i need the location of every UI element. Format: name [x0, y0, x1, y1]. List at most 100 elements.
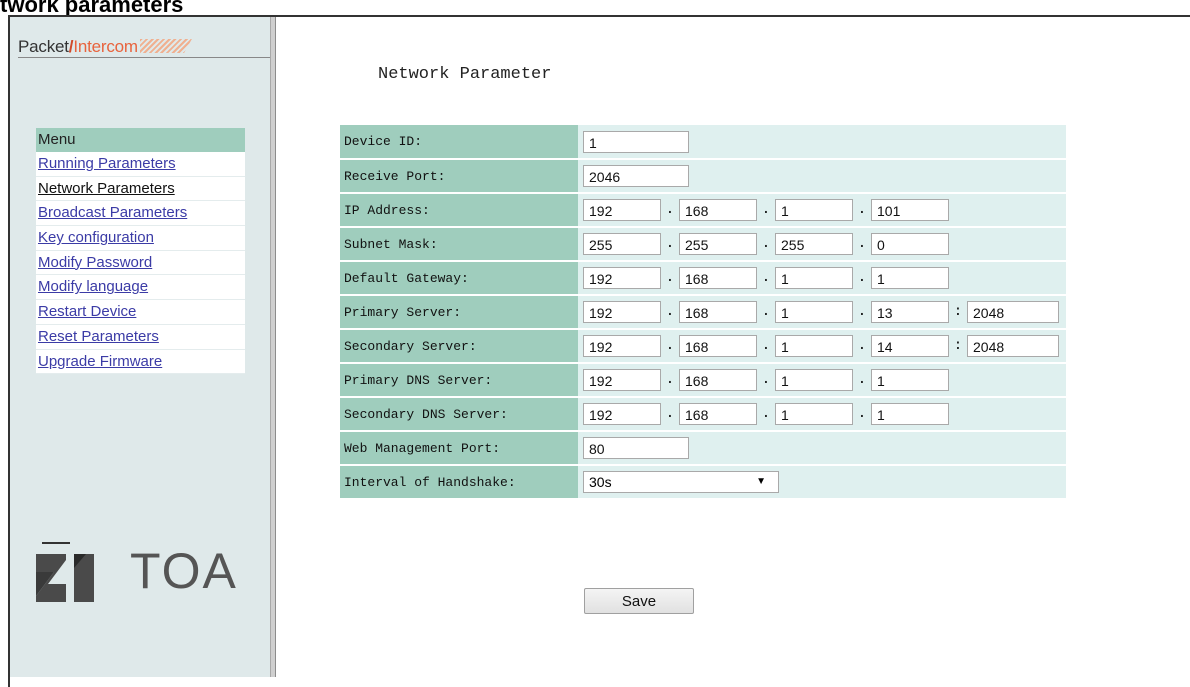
primary-server-octet-1[interactable]: 192 [583, 301, 661, 323]
menu-item-modify-language[interactable]: Modify language [36, 275, 245, 301]
handshake-interval-select[interactable]: 30s ▼ [583, 471, 779, 493]
primary-server-octet-3[interactable]: 1 [775, 301, 853, 323]
menu-item-upgrade-firmware[interactable]: Upgrade Firmware [36, 349, 245, 375]
octet-separator: . [857, 270, 867, 286]
logo-packet-text: Packet [18, 37, 69, 56]
primary-dns-octet-4[interactable]: 1 [871, 369, 949, 391]
secondary-server-octet-3[interactable]: 1 [775, 335, 853, 357]
web-management-port-label: Web Management Port: [340, 431, 578, 466]
octet-separator: . [761, 406, 771, 422]
octet-separator: . [665, 372, 675, 388]
row-primary-dns: Primary DNS Server: 192. 168. 1. 1 [340, 363, 1066, 398]
row-ip-address: IP Address: 192. 168. 1. 101 [340, 193, 1066, 228]
row-default-gateway: Default Gateway: 192. 168. 1. 1 [340, 261, 1066, 296]
port-separator: : [953, 338, 963, 354]
default-gateway-octet-1[interactable]: 192 [583, 267, 661, 289]
octet-separator: . [761, 338, 771, 354]
secondary-dns-octet-2[interactable]: 168 [679, 403, 757, 425]
receive-port-input[interactable]: 2046 [583, 165, 689, 187]
ip-address-octet-4[interactable]: 101 [871, 199, 949, 221]
secondary-server-octet-4[interactable]: 14 [871, 335, 949, 357]
row-handshake-interval: Interval of Handshake: 30s ▼ [340, 465, 1066, 500]
ip-address-label: IP Address: [340, 193, 578, 228]
dropdown-arrow-icon: ▼ [756, 476, 766, 487]
save-button[interactable]: Save [584, 588, 694, 614]
ip-address-octet-3[interactable]: 1 [775, 199, 853, 221]
primary-server-label: Primary Server: [340, 295, 578, 330]
subnet-mask-octet-4[interactable]: 0 [871, 233, 949, 255]
network-parameters-table: Device ID: 1 Receive Port: 2046 IP Addre… [340, 125, 1066, 500]
octet-separator: . [761, 304, 771, 320]
receive-port-label: Receive Port: [340, 159, 578, 194]
menu-item-broadcast-parameters[interactable]: Broadcast Parameters [36, 201, 245, 227]
primary-server-port-input[interactable]: 2048 [967, 301, 1059, 323]
web-management-port-input[interactable]: 80 [583, 437, 689, 459]
subnet-mask-octet-2[interactable]: 255 [679, 233, 757, 255]
octet-separator: . [761, 270, 771, 286]
octet-separator: . [761, 236, 771, 252]
toa-logo: TOA [36, 540, 236, 610]
octet-separator: . [665, 406, 675, 422]
menu-item-modify-password[interactable]: Modify Password [36, 250, 245, 276]
toa-mark-icon [36, 542, 94, 602]
primary-dns-octet-3[interactable]: 1 [775, 369, 853, 391]
subnet-mask-octet-3[interactable]: 255 [775, 233, 853, 255]
packet-intercom-logo: Packet/Intercom [18, 37, 192, 57]
octet-separator: . [857, 202, 867, 218]
primary-server-octet-2[interactable]: 168 [679, 301, 757, 323]
row-primary-server: Primary Server: 192. 168. 1. 13:2048 [340, 295, 1066, 330]
frame-divider[interactable] [270, 17, 276, 677]
octet-separator: . [665, 236, 675, 252]
secondary-dns-label: Secondary DNS Server: [340, 397, 578, 432]
handshake-interval-value: 30s [589, 474, 612, 490]
row-subnet-mask: Subnet Mask: 255. 255. 255. 0 [340, 227, 1066, 262]
logo-dots-icon [139, 39, 192, 53]
secondary-dns-octet-4[interactable]: 1 [871, 403, 949, 425]
secondary-server-label: Secondary Server: [340, 329, 578, 364]
handshake-interval-label: Interval of Handshake: [340, 465, 578, 500]
octet-separator: . [857, 338, 867, 354]
secondary-server-octet-2[interactable]: 168 [679, 335, 757, 357]
octet-separator: . [857, 304, 867, 320]
secondary-server-octet-1[interactable]: 192 [583, 335, 661, 357]
default-gateway-octet-4[interactable]: 1 [871, 267, 949, 289]
default-gateway-label: Default Gateway: [340, 261, 578, 296]
row-receive-port: Receive Port: 2046 [340, 159, 1066, 194]
default-gateway-octet-2[interactable]: 168 [679, 267, 757, 289]
subnet-mask-label: Subnet Mask: [340, 227, 578, 262]
primary-dns-octet-2[interactable]: 168 [679, 369, 757, 391]
octet-separator: . [857, 372, 867, 388]
octet-separator: . [665, 304, 675, 320]
primary-dns-label: Primary DNS Server: [340, 363, 578, 398]
logo-underline [18, 57, 276, 58]
secondary-dns-octet-1[interactable]: 192 [583, 403, 661, 425]
ip-address-octet-1[interactable]: 192 [583, 199, 661, 221]
menu-item-running-parameters[interactable]: Running Parameters [36, 152, 245, 177]
menu-item-key-configuration[interactable]: Key configuration [36, 226, 245, 251]
menu-item-reset-parameters[interactable]: Reset Parameters [36, 324, 245, 350]
octet-separator: . [761, 202, 771, 218]
menu-header: Menu [36, 128, 245, 152]
primary-dns-octet-1[interactable]: 192 [583, 369, 661, 391]
secondary-server-port-input[interactable]: 2048 [967, 335, 1059, 357]
page-title: Network Parameter [378, 65, 552, 84]
octet-separator: . [665, 338, 675, 354]
sidebar-menu: Menu Running Parameters Network Paramete… [36, 128, 245, 375]
secondary-dns-octet-3[interactable]: 1 [775, 403, 853, 425]
octet-separator: . [857, 236, 867, 252]
menu-item-network-parameters[interactable]: Network Parameters [36, 176, 245, 202]
logo-intercom-text: Intercom [73, 37, 138, 56]
ip-address-octet-2[interactable]: 168 [679, 199, 757, 221]
subnet-mask-octet-1[interactable]: 255 [583, 233, 661, 255]
primary-server-octet-4[interactable]: 13 [871, 301, 949, 323]
device-id-label: Device ID: [340, 125, 578, 160]
device-id-input[interactable]: 1 [583, 130, 689, 153]
octet-separator: . [857, 406, 867, 422]
toa-brand-text: TOA [130, 543, 238, 599]
default-gateway-octet-3[interactable]: 1 [775, 267, 853, 289]
row-secondary-server: Secondary Server: 192. 168. 1. 14:2048 [340, 329, 1066, 364]
menu-item-restart-device[interactable]: Restart Device [36, 300, 245, 325]
octet-separator: . [761, 372, 771, 388]
octet-separator: . [665, 270, 675, 286]
octet-separator: . [665, 202, 675, 218]
